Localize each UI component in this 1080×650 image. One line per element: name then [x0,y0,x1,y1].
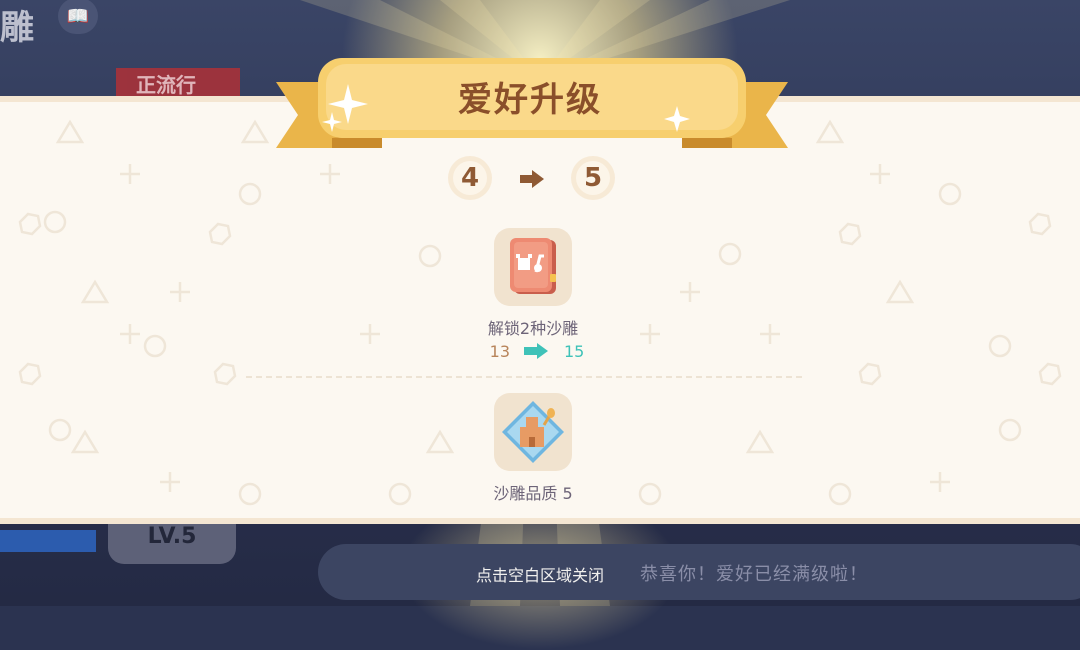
level-tag-text: LV.5 [147,524,197,549]
reward-label: 解锁2种沙雕 [487,319,579,338]
congrats-message: 恭喜你！爱好已经满级啦！ [640,564,868,585]
sparkle-icon [322,84,368,132]
sand-sculpture-book-icon [510,238,556,294]
reward-label: 沙雕品质 5 [493,484,573,503]
level-to: 5 [583,163,603,193]
tap-to-close-hint[interactable]: 点击空白区域关闭 [440,562,640,586]
level-to-badge: 5 [569,154,617,202]
sparkle-icon [664,106,690,132]
new-value: 15 [564,342,585,361]
background-page-title: 雕 [0,8,34,48]
value-arrow-icon [524,343,548,359]
background-bar [0,530,96,552]
reward-item [494,228,572,306]
old-value: 13 [489,342,510,361]
handbook-icon: 📖 [58,0,98,34]
section-divider [246,376,802,378]
reward-item [494,393,572,471]
level-arrow-icon [520,170,544,188]
level-from: 4 [460,163,480,193]
sand-castle-quality-icon [502,401,564,463]
level-from-badge: 4 [446,154,494,202]
